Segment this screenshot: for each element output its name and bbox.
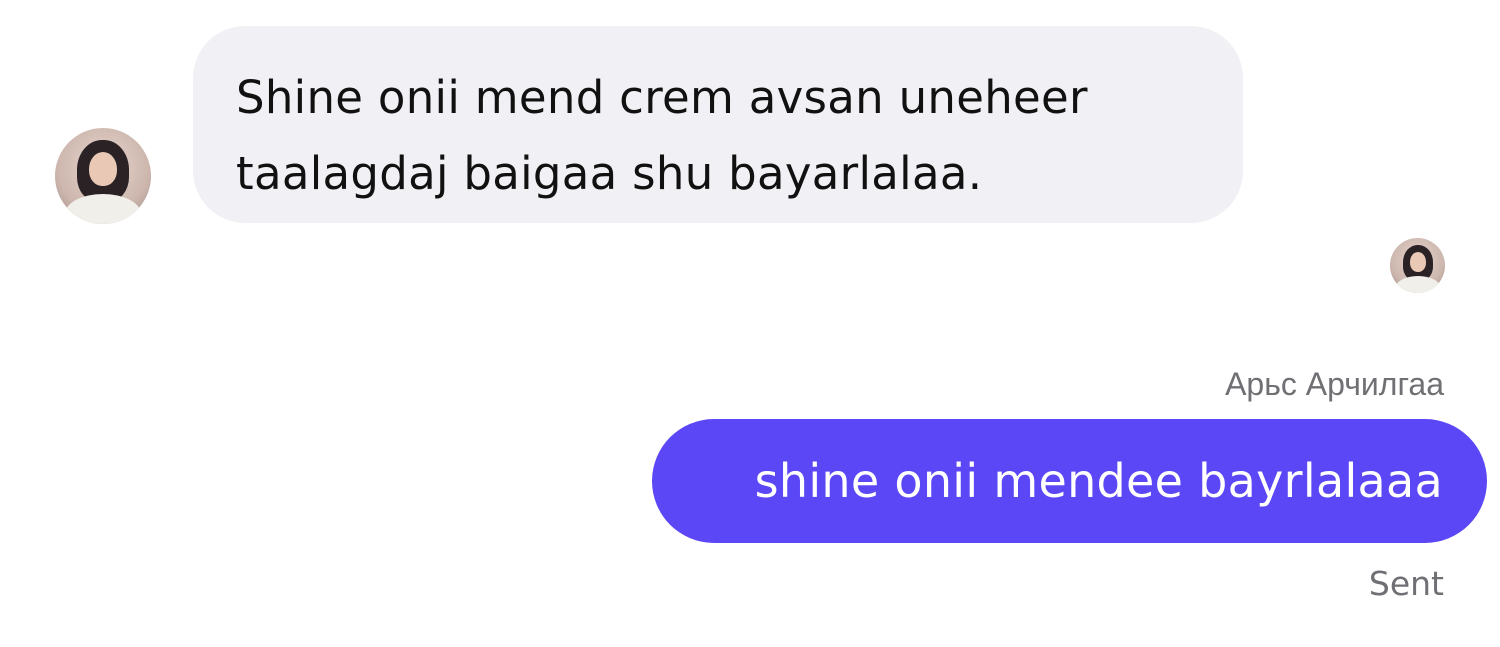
outgoing-message-bubble[interactable]: shine onii mendee bayrlalaaa <box>652 419 1487 543</box>
message-thread: Shine onii mend crem avsan uneheer taala… <box>0 0 1500 647</box>
outgoing-message-text: shine onii mendee bayrlalaaa <box>754 454 1443 508</box>
avatar-face <box>89 152 117 186</box>
message-status: Sent <box>1368 564 1444 603</box>
read-receipt-avatar <box>1390 238 1445 293</box>
avatar-shirt <box>1396 276 1440 293</box>
outgoing-sender-name: Арьс Арчилгаа <box>1225 366 1444 402</box>
avatar-shirt <box>65 194 141 224</box>
avatar-face <box>1410 252 1426 272</box>
incoming-message-bubble[interactable]: Shine onii mend crem avsan uneheer taala… <box>193 26 1243 223</box>
incoming-message-text: Shine onii mend crem avsan uneheer taala… <box>236 71 1088 200</box>
contact-avatar[interactable] <box>55 128 151 224</box>
